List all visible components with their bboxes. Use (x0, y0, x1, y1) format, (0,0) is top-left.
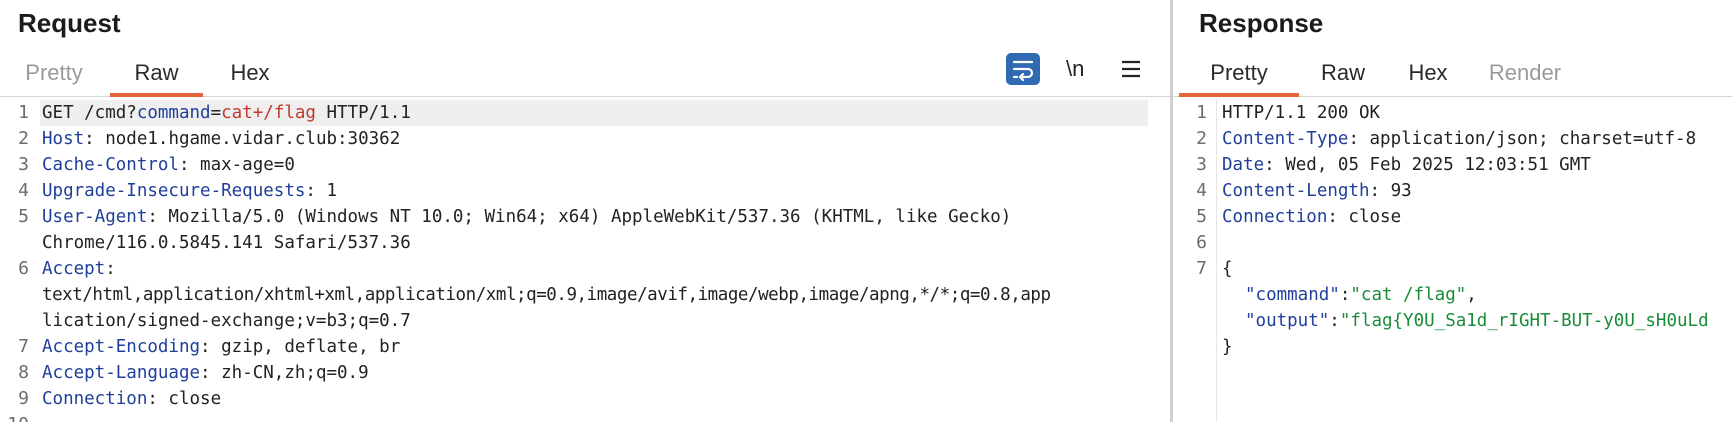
line-number: 4 (18, 180, 29, 201)
header-key: Accept-Encoding (42, 337, 201, 357)
json-key: "command" (1245, 285, 1340, 305)
show-newlines-button[interactable]: \n (1066, 53, 1084, 85)
tab-request-pretty[interactable]: Pretty (18, 50, 90, 93)
header-value: : node1.hgame.vidar.club:30362 (84, 129, 401, 149)
wrap-lines-button[interactable] (1006, 53, 1040, 85)
json-close-brace: } (1222, 337, 1233, 357)
line-number: 1 (1196, 102, 1207, 123)
line-number: 7 (1196, 258, 1207, 279)
header-line: Content-Type: application/json; charset=… (1222, 126, 1696, 152)
header-value: : (105, 259, 116, 279)
line-number: 2 (1196, 128, 1207, 149)
json-open-brace: { (1222, 259, 1233, 279)
json-colon: : (1339, 285, 1351, 305)
header-value: : 1 (305, 181, 338, 201)
tab-response-raw[interactable]: Raw (1308, 50, 1378, 93)
json-key: "output" (1245, 311, 1330, 331)
header-continuation: Chrome/116.0.5845.141 Safari/537.36 (42, 233, 411, 253)
header-key: Upgrade-Insecure-Requests (42, 181, 306, 201)
query-param-name: command (136, 103, 211, 123)
header-key: Cache-Control (42, 155, 179, 175)
header-key: User-Agent (42, 207, 148, 227)
header-line: Connection: close (1222, 204, 1401, 230)
json-entry: "output":"flag{Y0U_Sa1d_rIGHT-BUT-y0U_sH… (1245, 308, 1709, 334)
response-tabs: Pretty Raw Hex Render (1173, 50, 1732, 97)
header-key: Accept (42, 259, 106, 279)
json-value: "cat /flag" (1350, 285, 1467, 305)
header-line: Accept-Encoding: gzip, deflate, br (42, 334, 400, 360)
header-value: : zh-CN,zh;q=0.9 (200, 363, 369, 383)
request-method-path: GET /cmd? (42, 103, 137, 123)
request-editor[interactable]: 1 2 3 4 5 6 7 8 9 10 GET /cmd?command=ca… (0, 99, 1170, 422)
hamburger-menu-icon (1122, 60, 1140, 78)
header-continuation: text/html,application/xhtml+xml,applicat… (42, 285, 1051, 305)
header-continuation: lication/signed-exchange;v=b3;q=0.7 (42, 311, 411, 331)
tab-request-raw[interactable]: Raw (110, 50, 203, 97)
line-number: 3 (18, 154, 29, 175)
line-number: 6 (1196, 232, 1207, 253)
header-key: Content-Length (1222, 181, 1370, 201)
header-line: Accept-Language: zh-CN,zh;q=0.9 (42, 360, 369, 386)
header-line: Accept: (42, 256, 116, 282)
query-equals: = (210, 103, 222, 123)
request-pane: Request Pretty Raw Hex \n 1 2 3 4 5 6 7 … (0, 0, 1170, 422)
header-value: : max-age=0 (178, 155, 295, 175)
header-line: Host: node1.hgame.vidar.club:30362 (42, 126, 400, 152)
json-comma: , (1466, 285, 1477, 305)
tab-response-pretty[interactable]: Pretty (1179, 50, 1299, 97)
header-value: : gzip, deflate, br (200, 337, 401, 357)
line-number: 3 (1196, 154, 1207, 175)
line-number: 1 (18, 102, 29, 123)
menu-button[interactable] (1120, 58, 1142, 85)
request-tabs: Pretty Raw Hex (0, 50, 1170, 97)
line-number: 5 (1196, 206, 1207, 227)
header-line: Cache-Control: max-age=0 (42, 152, 295, 178)
tab-response-hex[interactable]: Hex (1398, 50, 1458, 93)
gutter-divider (1216, 99, 1217, 422)
response-title: Response (1199, 8, 1324, 38)
json-colon: : (1329, 311, 1340, 331)
header-key: Content-Type (1222, 129, 1349, 149)
header-value: : close (1327, 207, 1402, 227)
line-number: 5 (18, 206, 29, 227)
line-number: 2 (18, 128, 29, 149)
header-line: Date: Wed, 05 Feb 2025 12:03:51 GMT (1222, 152, 1591, 178)
header-value: : application/json; charset=utf-8 (1348, 129, 1697, 149)
header-value: : Wed, 05 Feb 2025 12:03:51 GMT (1264, 155, 1591, 175)
json-entry: "command":"cat /flag", (1245, 282, 1477, 308)
line-number: 4 (1196, 180, 1207, 201)
query-param-value: cat+/flag (221, 103, 316, 123)
request-title: Request (18, 8, 121, 38)
response-editor[interactable]: 1 2 3 4 5 6 7 HTTP/1.1 200 OK Content-Ty… (1173, 99, 1732, 422)
tab-request-hex[interactable]: Hex (220, 50, 280, 93)
header-line: Upgrade-Insecure-Requests: 1 (42, 178, 337, 204)
header-line: User-Agent: Mozilla/5.0 (Windows NT 10.0… (42, 204, 1011, 230)
line-number: 8 (18, 362, 29, 383)
line-number: 9 (18, 388, 29, 409)
request-line: GET /cmd?command=cat+/flag HTTP/1.1 (42, 100, 411, 126)
request-protocol: HTTP/1.1 (315, 103, 411, 123)
header-key: Accept-Language (42, 363, 201, 383)
tab-response-render[interactable]: Render (1475, 50, 1575, 93)
json-value: "flag{Y0U_Sa1d_rIGHT-BUT-y0U_sH0uLd (1339, 311, 1709, 331)
line-number: 6 (18, 258, 29, 279)
header-value: : 93 (1369, 181, 1412, 201)
line-number: 7 (18, 336, 29, 357)
header-value: : Mozilla/5.0 (Windows NT 10.0; Win64; x… (147, 207, 1012, 227)
header-line: Connection: close (42, 386, 221, 412)
line-number: 10 (0, 414, 29, 422)
response-pane: Response Pretty Raw Hex Render 1 2 3 4 5… (1173, 0, 1732, 422)
header-line: Content-Length: 93 (1222, 178, 1412, 204)
header-value: : close (147, 389, 222, 409)
header-key: Host (42, 129, 85, 149)
header-key: Connection (42, 389, 148, 409)
status-line: HTTP/1.1 200 OK (1222, 103, 1381, 123)
header-key: Date (1222, 155, 1265, 175)
header-key: Connection (1222, 207, 1328, 227)
wrap-lines-icon (1012, 60, 1034, 82)
